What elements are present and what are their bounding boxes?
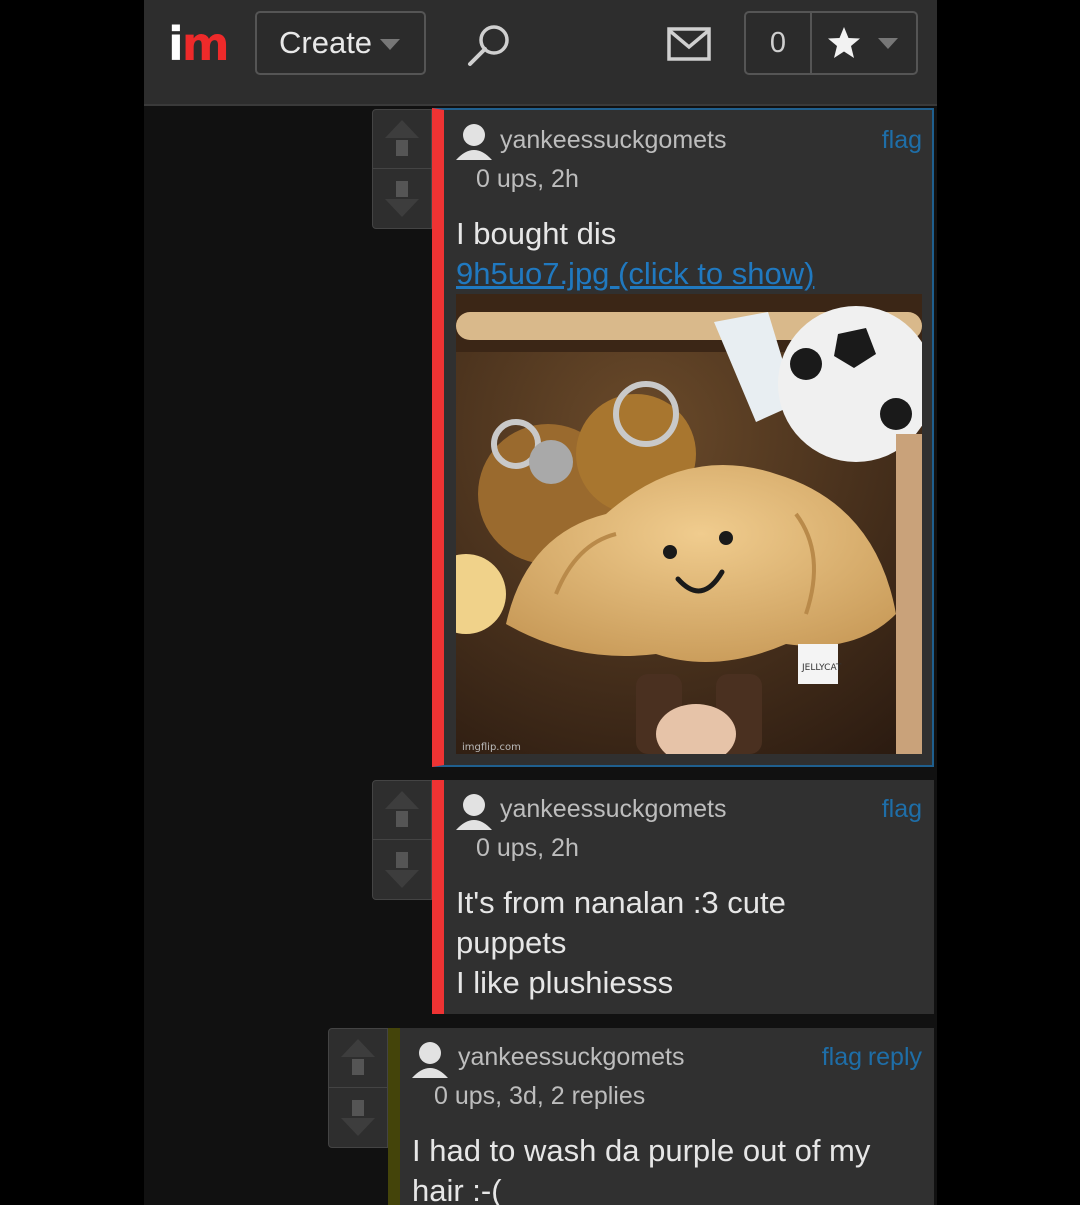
comment-text-line-1: I had to wash da purple out of my — [412, 1133, 871, 1168]
flag-link[interactable]: flag — [882, 793, 922, 825]
plush-tag-text: JELLYCAT — [801, 663, 842, 673]
photo-watermark: imgflip.com — [462, 742, 521, 753]
chevron-down-icon — [380, 39, 401, 51]
user-avatar-icon — [456, 124, 492, 160]
comment-meta: 0 ups, 2h — [476, 834, 579, 862]
comment-body: yankeessuckgomets flag reply 0 ups, 3d, … — [388, 1028, 934, 1205]
comment-text-line-1: It's from nanalan :3 cute — [456, 885, 786, 920]
flag-link[interactable]: flag — [822, 1041, 862, 1073]
upvote-arrow-icon[interactable] — [373, 781, 431, 840]
croissant-plush-photo[interactable]: JELLYCAT imgflip.com — [456, 294, 922, 754]
vote-box — [328, 1028, 388, 1148]
star-icon — [828, 27, 860, 58]
app-root: im Create 0 yankeessuckgomets flag 0 ups… — [144, 0, 937, 1205]
create-label: Create — [279, 25, 373, 60]
search-icon[interactable] — [464, 20, 514, 70]
create-button[interactable]: Create — [255, 11, 426, 75]
flag-link[interactable]: flag — [882, 124, 922, 156]
upvote-arrow-icon[interactable] — [373, 110, 431, 169]
comment-text-line-3: I like plushiesss — [456, 965, 674, 1000]
top-navigation-bar: im Create 0 — [144, 0, 937, 106]
comment-body: yankeessuckgomets flag 0 ups, 2h It's fr… — [432, 780, 934, 1014]
logo-letter-m: m — [181, 17, 230, 71]
logo-letter-i: i — [168, 17, 184, 71]
comment-text-line-2: hair :-( — [412, 1173, 502, 1205]
downvote-arrow-icon[interactable] — [373, 840, 431, 898]
notifications-button[interactable]: 0 — [744, 11, 918, 75]
comment-text: I bought dis — [456, 216, 617, 251]
comment-meta: 0 ups, 3d, 2 replies — [434, 1082, 646, 1110]
downvote-arrow-icon[interactable] — [373, 169, 431, 227]
comment-body: yankeessuckgomets flag 0 ups, 2h I bough… — [432, 108, 934, 767]
comment-text-line-2: puppets — [456, 925, 567, 960]
downvote-arrow-icon[interactable] — [329, 1088, 387, 1146]
image-link[interactable]: 9h5uo7.jpg (click to show) — [456, 254, 814, 294]
vote-box — [372, 780, 432, 900]
user-avatar-icon — [412, 1042, 448, 1078]
comment-username[interactable]: yankeessuckgomets — [458, 1041, 685, 1073]
imgflip-logo[interactable]: im — [168, 14, 230, 74]
comment-username[interactable]: yankeessuckgomets — [500, 793, 727, 825]
user-avatar-icon — [456, 794, 492, 830]
vote-box — [372, 109, 432, 229]
mail-icon[interactable] — [666, 24, 712, 64]
chevron-down-icon — [878, 38, 898, 49]
reply-link[interactable]: reply — [868, 1041, 922, 1073]
comment-username[interactable]: yankeessuckgomets — [500, 124, 727, 156]
notification-count[interactable]: 0 — [746, 13, 812, 73]
comment-meta: 0 ups, 2h — [476, 165, 579, 193]
upvote-arrow-icon[interactable] — [329, 1029, 387, 1088]
